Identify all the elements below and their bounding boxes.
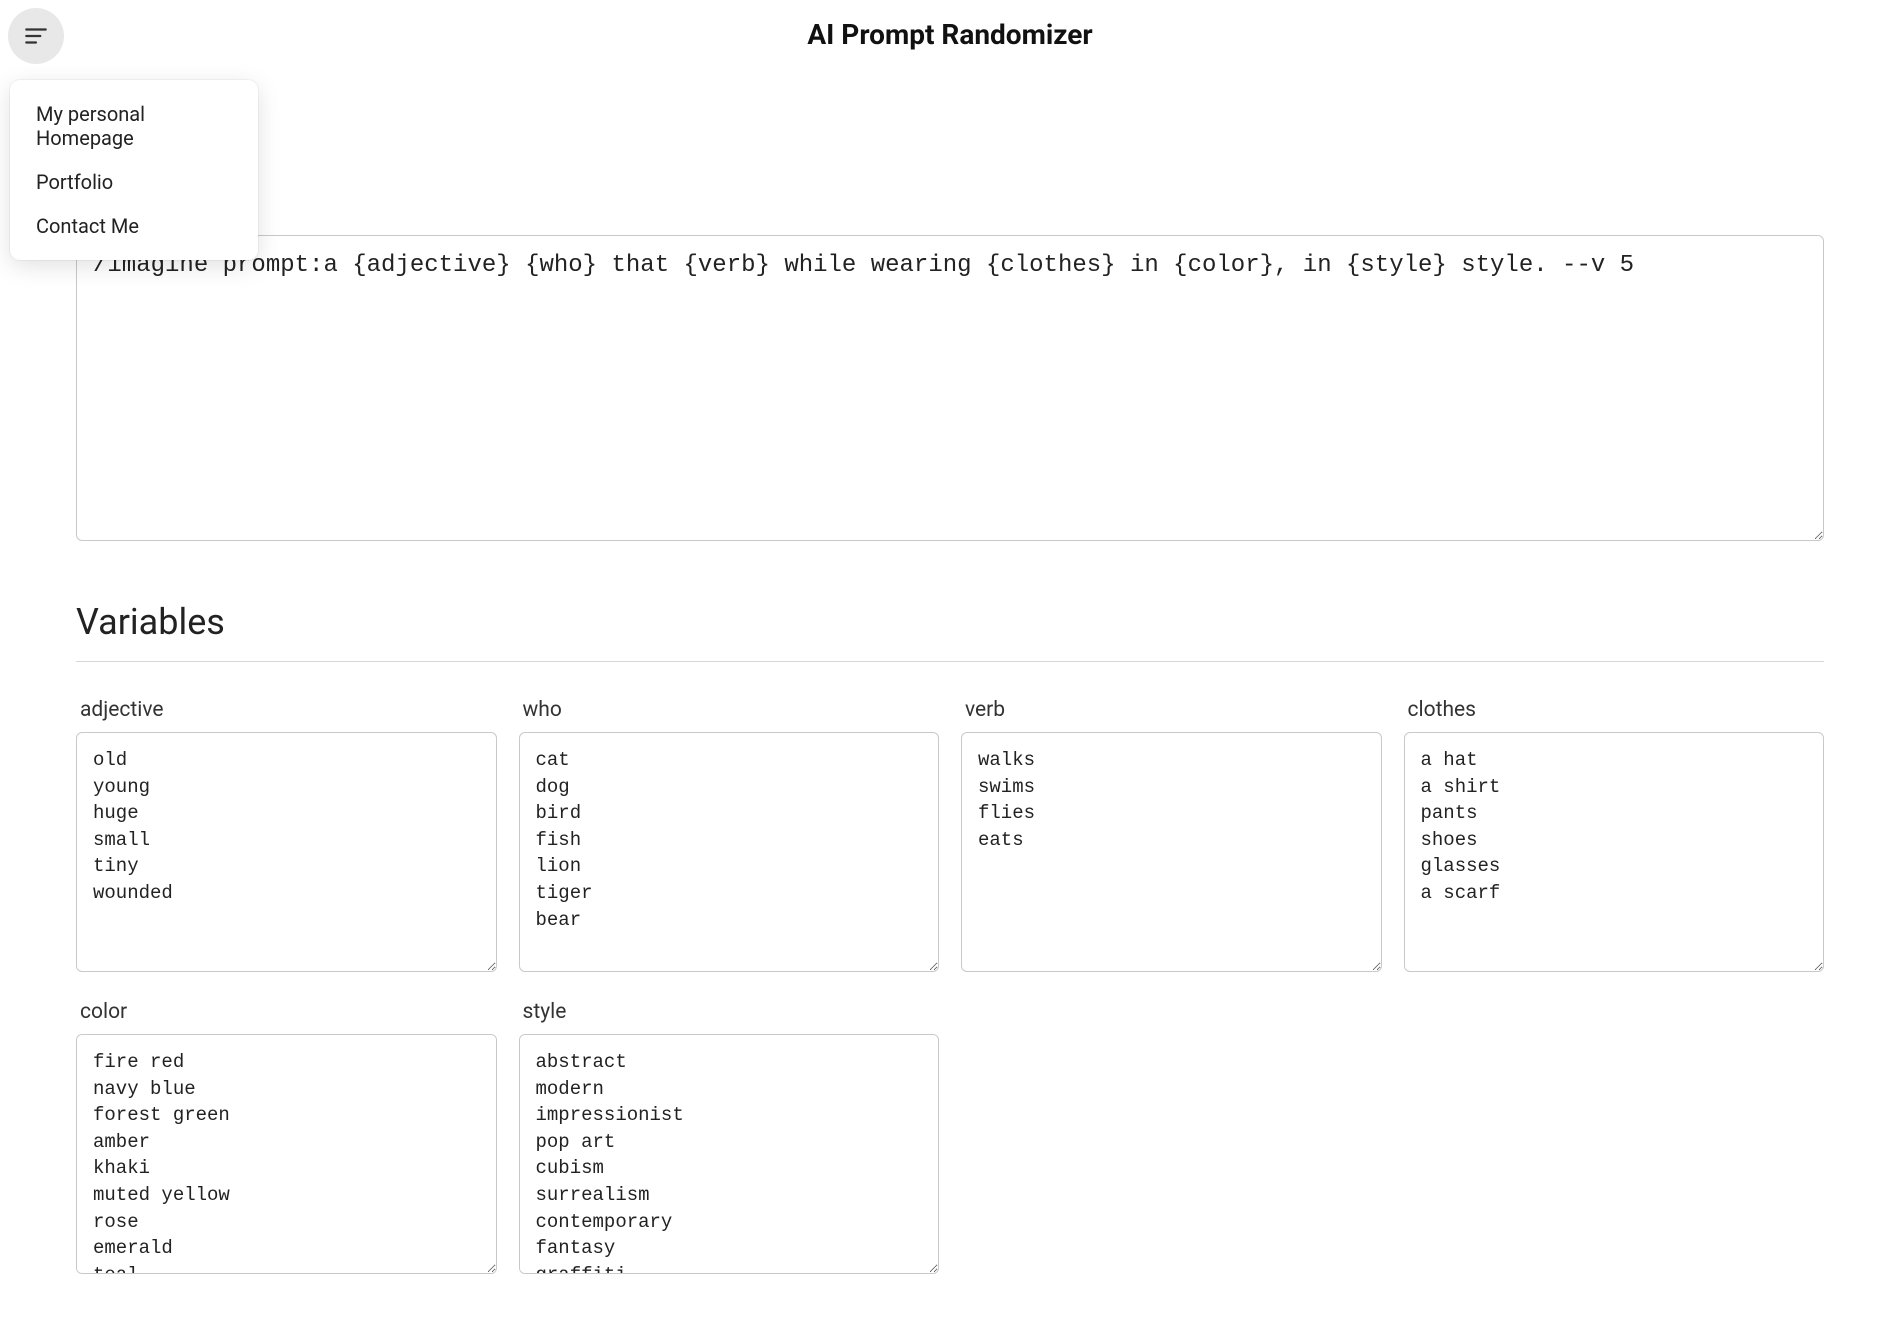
variable-values-clothes[interactable] xyxy=(1404,732,1825,972)
variable-label: who xyxy=(519,698,940,722)
main-content: Variables adjective who verb clothes col… xyxy=(0,70,1900,1334)
variable-block-adjective: adjective xyxy=(76,698,497,972)
variables-heading: Variables xyxy=(76,601,1824,643)
variable-label: color xyxy=(76,1000,497,1024)
top-bar: AI Prompt Randomizer xyxy=(0,0,1900,70)
menu-button[interactable] xyxy=(8,8,64,64)
prompt-template-input[interactable] xyxy=(76,235,1824,541)
variable-block-color: color xyxy=(76,1000,497,1274)
variable-label: style xyxy=(519,1000,940,1024)
section-divider xyxy=(76,661,1824,662)
variable-label: verb xyxy=(961,698,1382,722)
variable-block-clothes: clothes xyxy=(1404,698,1825,972)
variable-values-verb[interactable] xyxy=(961,732,1382,972)
variable-block-verb: verb xyxy=(961,698,1382,972)
menu-item-homepage[interactable]: My personal Homepage xyxy=(10,92,258,160)
variable-label: adjective xyxy=(76,698,497,722)
variable-label: clothes xyxy=(1404,698,1825,722)
menu-item-contact[interactable]: Contact Me xyxy=(10,204,258,248)
variables-grid: adjective who verb clothes color style xyxy=(76,698,1824,1274)
variable-block-style: style xyxy=(519,1000,940,1274)
variable-values-style[interactable] xyxy=(519,1034,940,1274)
variable-values-adjective[interactable] xyxy=(76,732,497,972)
variable-values-who[interactable] xyxy=(519,732,940,972)
variable-values-color[interactable] xyxy=(76,1034,497,1274)
variable-block-who: who xyxy=(519,698,940,972)
menu-dropdown: My personal Homepage Portfolio Contact M… xyxy=(10,80,258,260)
menu-item-portfolio[interactable]: Portfolio xyxy=(10,160,258,204)
menu-icon xyxy=(23,23,49,49)
page-title: AI Prompt Randomizer xyxy=(0,18,1900,51)
